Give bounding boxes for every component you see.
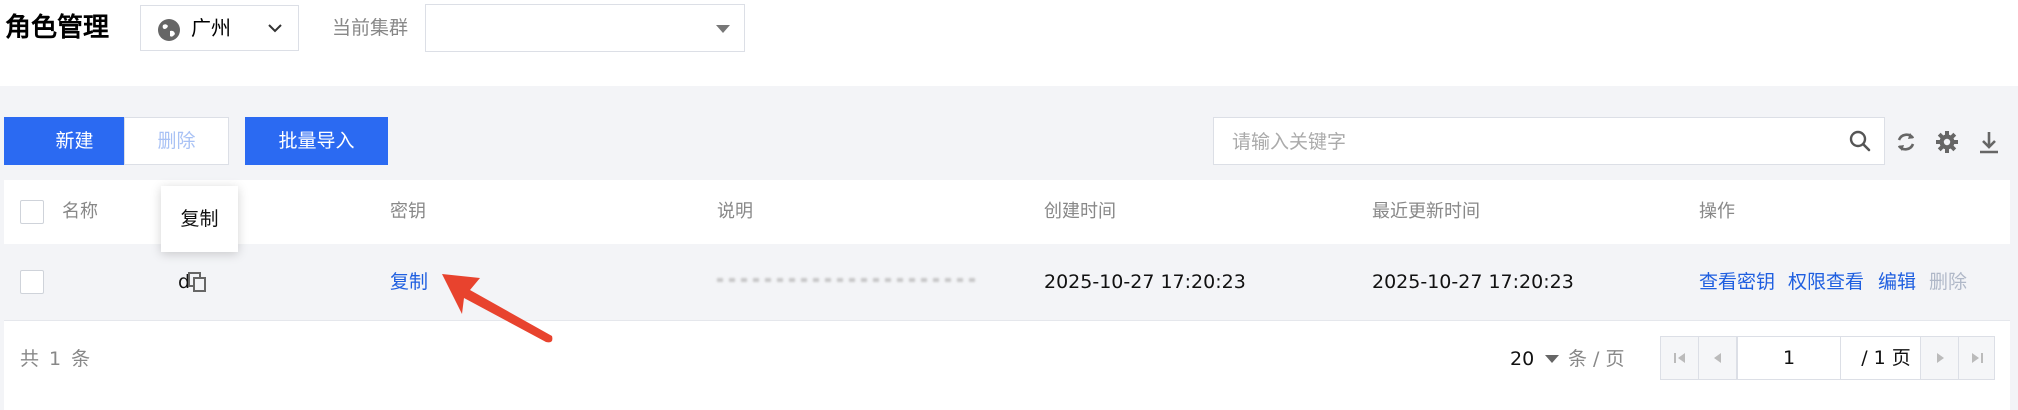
- description-redacted: [717, 278, 977, 286]
- region-select[interactable]: 广州: [140, 5, 299, 51]
- last-page-button[interactable]: [1958, 337, 1994, 379]
- edit-link[interactable]: 编辑: [1878, 269, 1916, 295]
- column-header-key: 密钥: [390, 201, 426, 222]
- globe-icon: [158, 19, 180, 41]
- batch-import-button[interactable]: 批量导入: [245, 117, 388, 165]
- prev-page-button[interactable]: [1699, 337, 1737, 379]
- view-key-link[interactable]: 查看密钥: [1699, 269, 1775, 295]
- per-page-label: 条 / 页: [1568, 348, 1625, 370]
- cluster-select[interactable]: [425, 4, 745, 52]
- cluster-label: 当前集群: [332, 17, 409, 39]
- chevron-down-icon: [268, 24, 282, 33]
- delete-button[interactable]: 删除: [124, 117, 229, 165]
- download-icon[interactable]: [1976, 129, 2002, 155]
- refresh-icon[interactable]: [1893, 129, 1919, 155]
- column-header-created: 创建时间: [1044, 201, 1116, 222]
- pagination: 1 / 1 页: [1660, 336, 1995, 380]
- gear-icon[interactable]: [1934, 129, 1960, 155]
- page-title: 角色管理: [5, 13, 110, 43]
- last-page-icon: [1972, 353, 1983, 363]
- caret-down-icon[interactable]: [1545, 355, 1559, 363]
- first-page-button[interactable]: [1661, 337, 1699, 379]
- region-label: 广州: [191, 16, 231, 40]
- copy-icon[interactable]: [188, 272, 208, 292]
- updated-time: 2025-10-27 17:20:23: [1372, 271, 1574, 293]
- copy-tooltip: 复制: [161, 186, 238, 252]
- search-box: [1213, 117, 1885, 165]
- caret-down-icon: [716, 25, 730, 33]
- search-icon[interactable]: [1848, 129, 1872, 153]
- column-header-actions: 操作: [1699, 201, 1735, 222]
- row-checkbox[interactable]: [20, 270, 44, 294]
- page-size-select[interactable]: 20: [1510, 346, 1534, 372]
- name-redacted: [84, 269, 124, 295]
- table-row: d 复制 2025-10-27 17:20:23 2025-10-27 17:2…: [4, 244, 2010, 321]
- first-page-icon: [1674, 353, 1685, 363]
- prev-page-icon: [1714, 353, 1721, 363]
- select-all-checkbox[interactable]: [20, 200, 44, 224]
- next-page-icon: [1937, 353, 1944, 363]
- next-page-button[interactable]: [1920, 337, 1958, 379]
- column-header-description: 说明: [717, 201, 753, 222]
- column-header-name: 名称: [62, 201, 98, 222]
- column-header-updated: 最近更新时间: [1372, 201, 1480, 222]
- page-number-input[interactable]: 1: [1737, 337, 1841, 379]
- created-time: 2025-10-27 17:20:23: [1044, 271, 1246, 293]
- top-bar: 角色管理 广州 当前集群: [0, 0, 2018, 86]
- copy-key-link[interactable]: 复制: [390, 269, 428, 295]
- total-pages: / 1 页: [1861, 347, 1911, 369]
- annotation-arrow: [442, 274, 553, 343]
- view-permissions-link[interactable]: 权限查看: [1788, 269, 1864, 295]
- table-header: 名称 密钥 说明 创建时间 最近更新时间 操作: [4, 180, 2010, 245]
- search-input[interactable]: [1230, 126, 1834, 158]
- delete-link[interactable]: 删除: [1929, 269, 1967, 295]
- total-count: 共 1 条: [20, 348, 93, 370]
